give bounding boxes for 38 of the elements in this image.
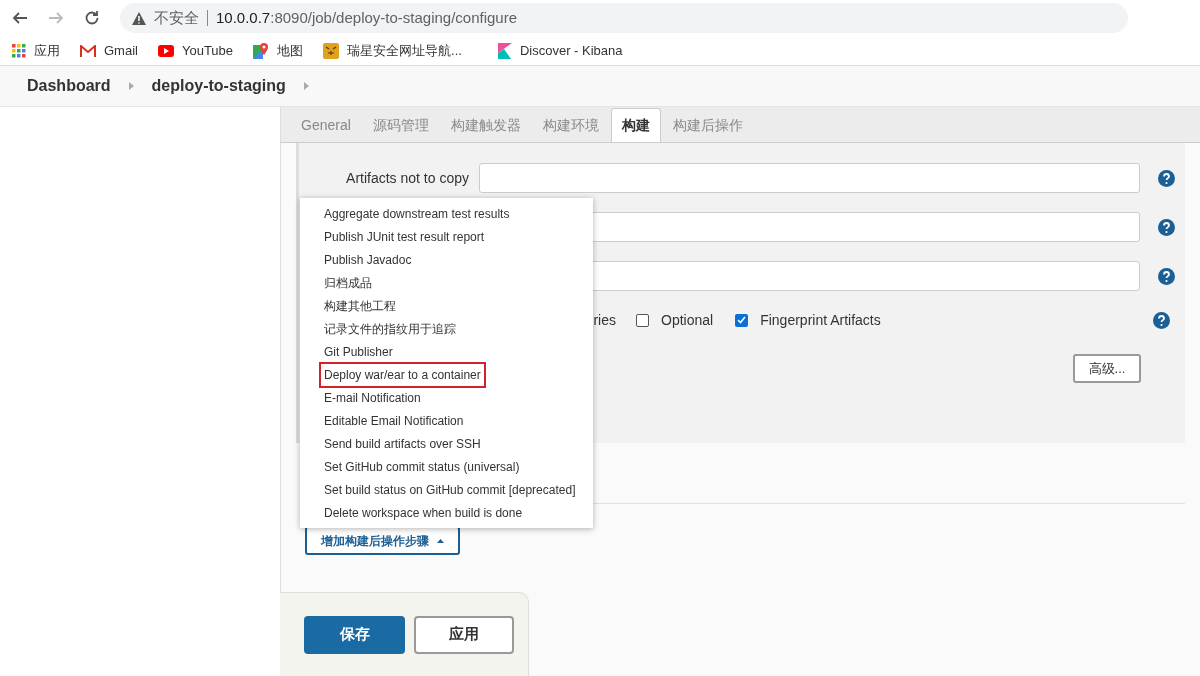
text-field[interactable] — [479, 163, 1140, 193]
partial-label: ries — [593, 310, 616, 330]
tab[interactable]: 构建 — [610, 108, 661, 142]
caret-up-icon — [437, 538, 444, 543]
help-icon[interactable] — [1158, 218, 1175, 236]
warning-icon — [132, 11, 146, 25]
breadcrumb-link[interactable]: Dashboard — [27, 74, 111, 98]
menu-item[interactable]: Deploy war/ear to a container — [319, 361, 486, 388]
help-icon[interactable] — [1153, 311, 1170, 329]
checkbox[interactable] — [636, 313, 649, 327]
mail-icon — [80, 44, 96, 57]
address-bar[interactable]: 不安全 10.0.0.7:8090/job/deploy-to-staging/configure — [120, 3, 1128, 33]
add-step-button[interactable]: 增加构建后操作步骤 — [305, 526, 460, 555]
bookmark[interactable]: Discover - Kibana — [497, 40, 623, 61]
bookmark[interactable]: YouTube — [157, 40, 234, 61]
map-pin-icon — [253, 42, 270, 59]
checkbox-label: Fingerprint Artifacts — [760, 310, 881, 330]
help-icon[interactable] — [1158, 169, 1175, 187]
checkbox-label: Optional — [661, 310, 714, 330]
tiger-icon — [323, 42, 340, 59]
apps-grid-icon — [12, 43, 26, 58]
reload-icon[interactable] — [84, 10, 100, 26]
bookmark[interactable]: 瑞星安全网址导航... — [323, 40, 462, 61]
back-icon[interactable] — [12, 10, 28, 26]
help-icon[interactable] — [1158, 267, 1175, 285]
breadcrumb-link[interactable]: deploy-to-staging — [151, 74, 286, 98]
url-text: 10.0.0.7:8090/job/deploy-to-staging/configure — [216, 7, 518, 28]
save-button[interactable]: 保存 — [304, 615, 405, 654]
bookmark[interactable]: Gmail — [80, 40, 138, 61]
apply-button[interactable]: 应用 — [414, 615, 514, 654]
bookmark[interactable]: 应用 — [12, 40, 60, 61]
security-label: 不安全 — [154, 7, 199, 28]
bookmark[interactable]: 地图 — [253, 40, 304, 61]
advanced-button[interactable]: 高级... — [1073, 354, 1141, 383]
k-logo-icon — [497, 42, 512, 59]
play-icon — [157, 44, 174, 57]
field-label: Artifacts not to copy — [346, 168, 469, 188]
checkbox[interactable] — [735, 313, 749, 327]
